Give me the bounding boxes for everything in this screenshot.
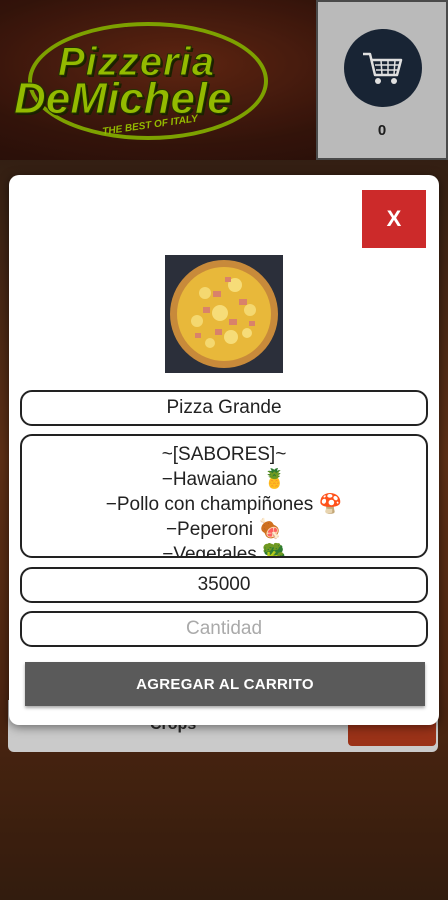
description-line: −Pollo con champiñones 🍄 [105,494,343,515]
hawaiian-pizza-picture [165,255,283,373]
quantity-input[interactable]: Cantidad [20,611,428,647]
product-detail-dialog: X Pizza Grande ~[SABORES]~ −Hawaiano 🍍 −… [9,175,439,725]
price-field[interactable]: 35000 [20,567,428,603]
add-to-cart-button[interactable]: AGREGAR AL CARRITO [25,662,425,706]
description-line: ~[SABORES]~ [161,444,287,465]
product-description-field[interactable]: ~[SABORES]~ −Hawaiano 🍍 −Pollo con champ… [20,434,428,558]
description-line: −Hawaiano 🍍 [161,469,287,490]
close-button[interactable]: X [362,190,426,248]
description-line: −Peperoni 🍖 [165,519,283,540]
pizza-image [165,255,283,373]
description-line: −Vegetales 🥦 [162,544,286,558]
product-name-field[interactable]: Pizza Grande [20,390,428,426]
